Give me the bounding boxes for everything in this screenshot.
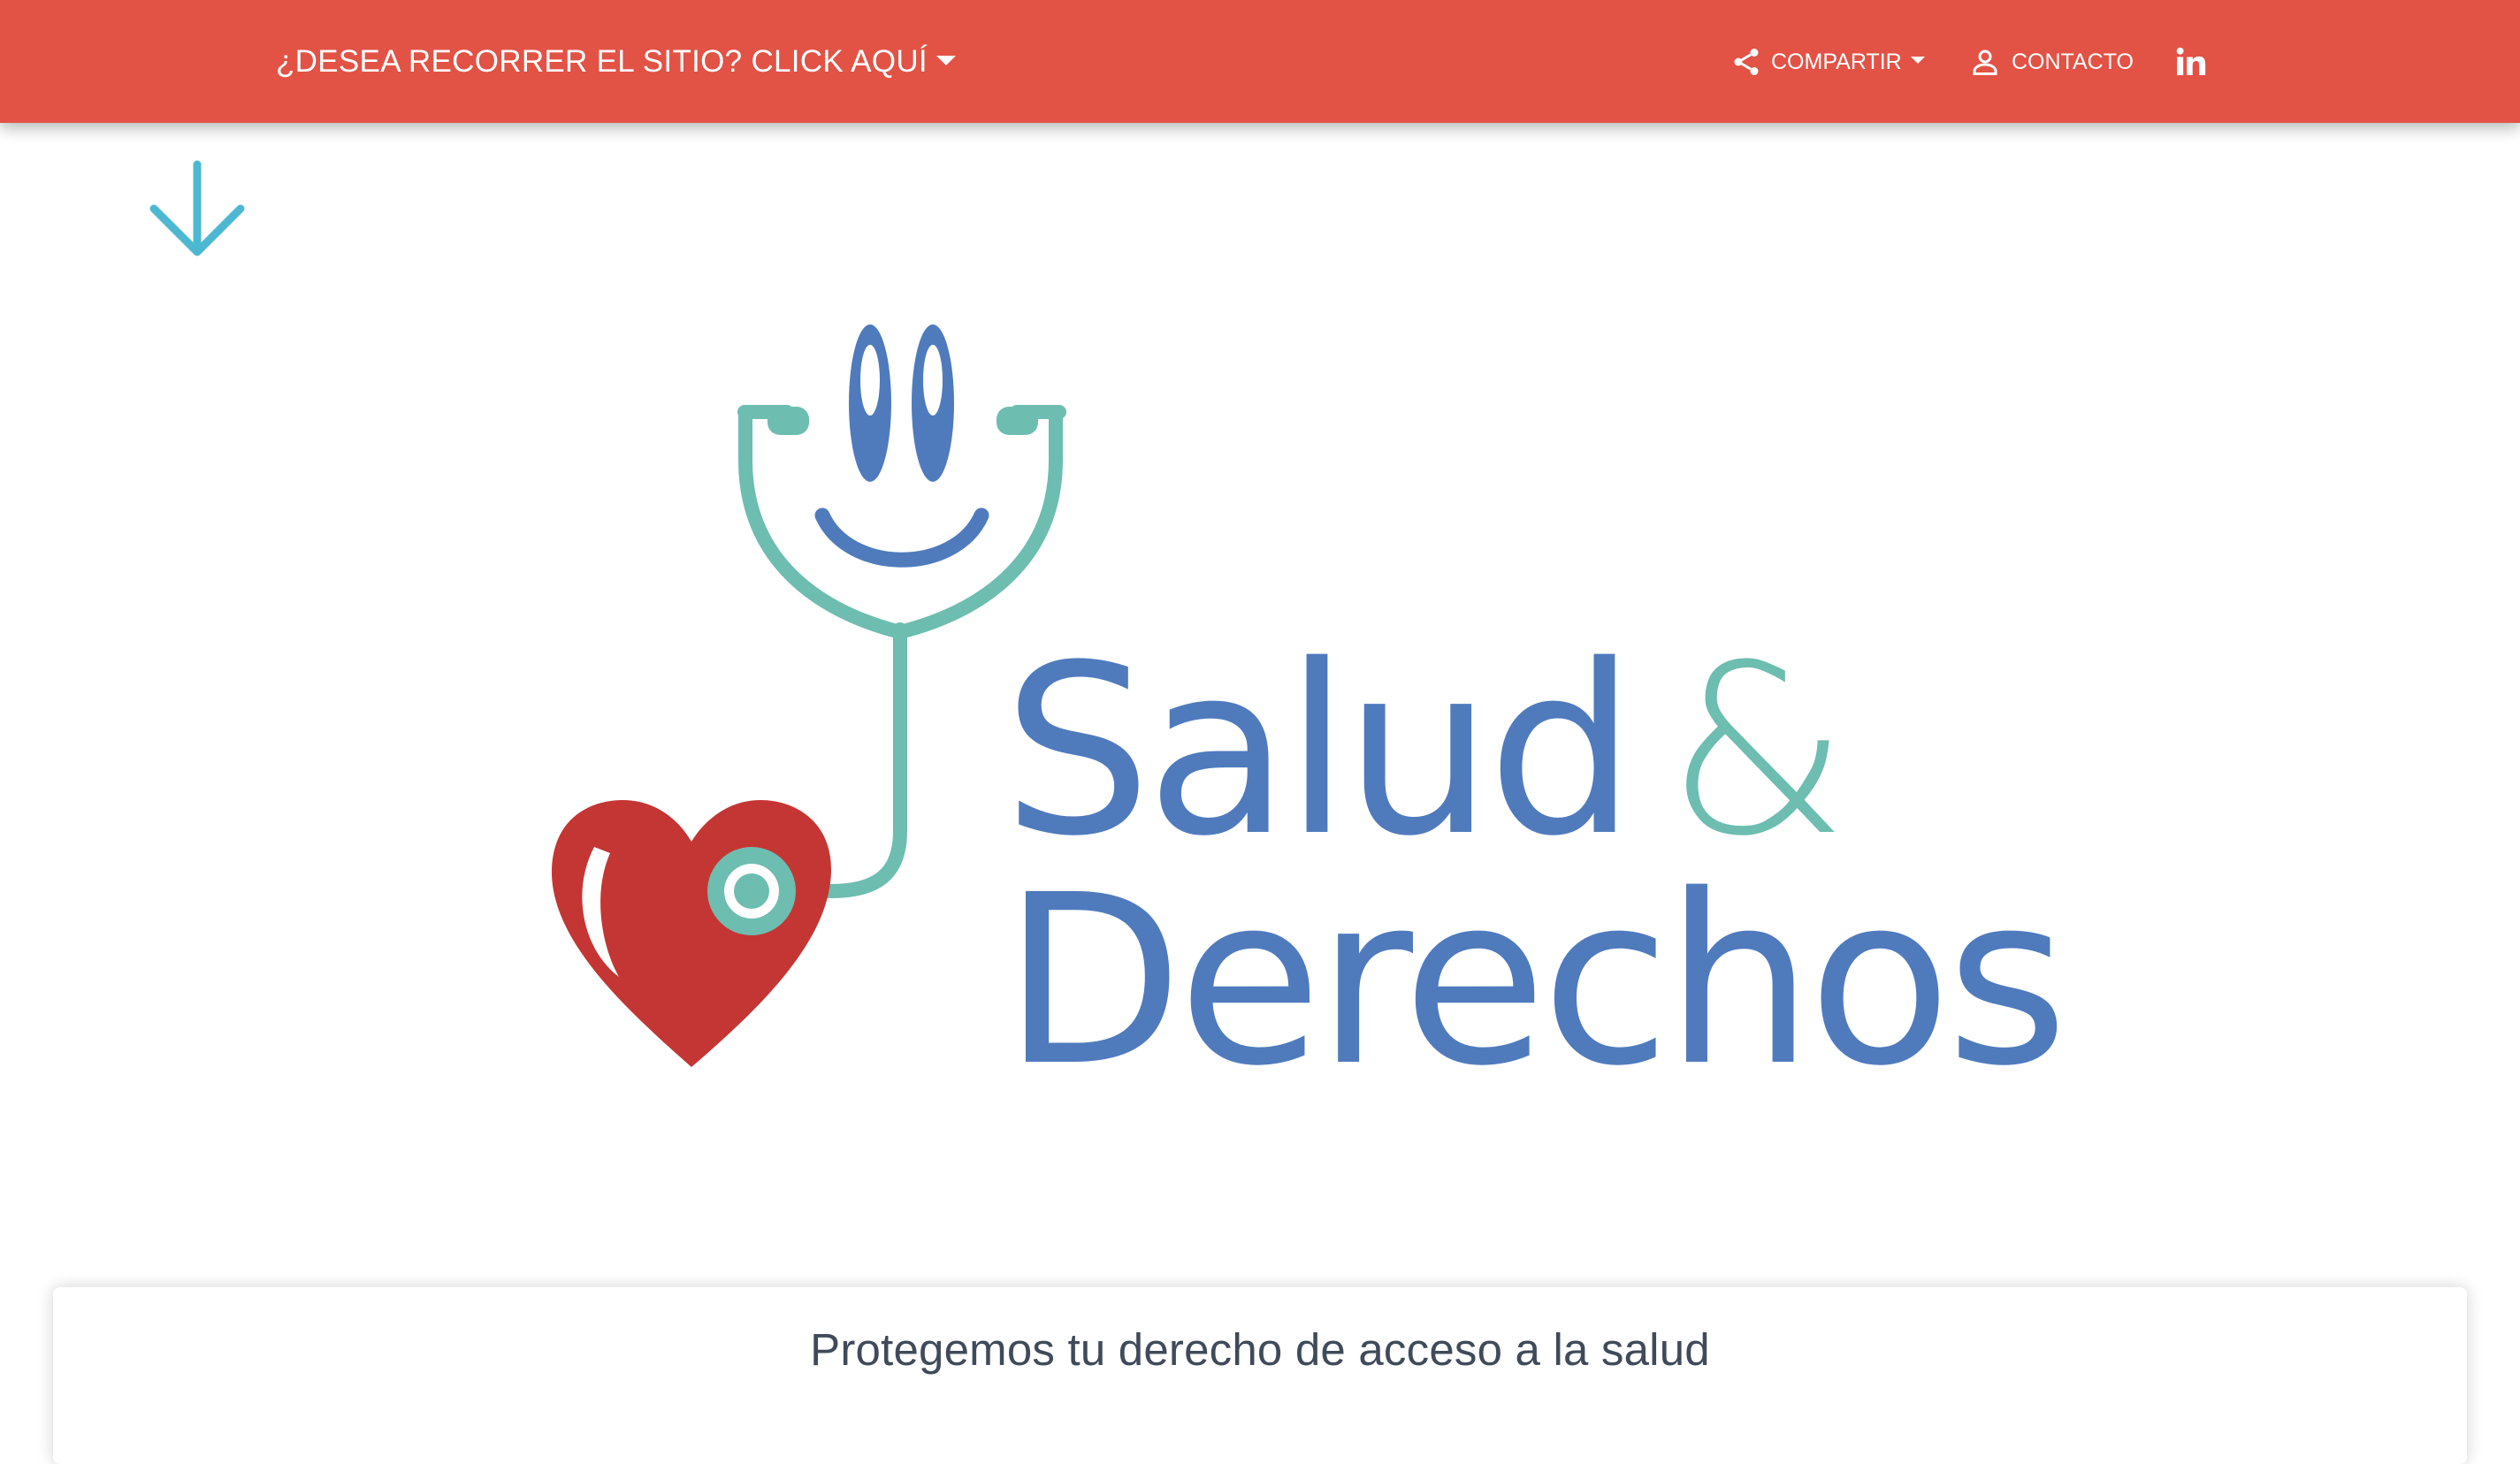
intro-card bbox=[53, 1287, 2467, 1464]
logo-word-derechos: Derechos bbox=[1003, 845, 2068, 1117]
arrow-down-icon[interactable] bbox=[147, 159, 248, 262]
site-tour-label: ¿DESEA RECORRER EL SITIO? CLICK AQUÍ bbox=[276, 44, 928, 79]
contact-link[interactable]: CONTACTO bbox=[1969, 35, 2134, 88]
site-tour-dropdown[interactable]: ¿DESEA RECORRER EL SITIO? CLICK AQUÍ bbox=[276, 35, 956, 88]
caret-down-icon bbox=[1910, 57, 1925, 64]
caret-down-icon bbox=[935, 55, 956, 65]
top-navbar: ¿DESEA RECORRER EL SITIO? CLICK AQUÍ COM… bbox=[0, 0, 2520, 123]
intro-tagline: Protegemos tu derecho de acceso a la sal… bbox=[810, 1324, 1710, 1375]
person-icon bbox=[1973, 50, 1997, 75]
linkedin-link[interactable] bbox=[2174, 35, 2208, 88]
share-icon bbox=[1734, 49, 1759, 75]
share-label: COMPARTIR bbox=[1771, 49, 1902, 74]
share-dropdown[interactable]: COMPARTIR bbox=[1730, 35, 1925, 88]
linkedin-icon bbox=[2176, 47, 2206, 76]
logo-wordmark-line-1: Salud & bbox=[1003, 635, 1849, 869]
contact-label: CONTACTO bbox=[2012, 49, 2134, 74]
